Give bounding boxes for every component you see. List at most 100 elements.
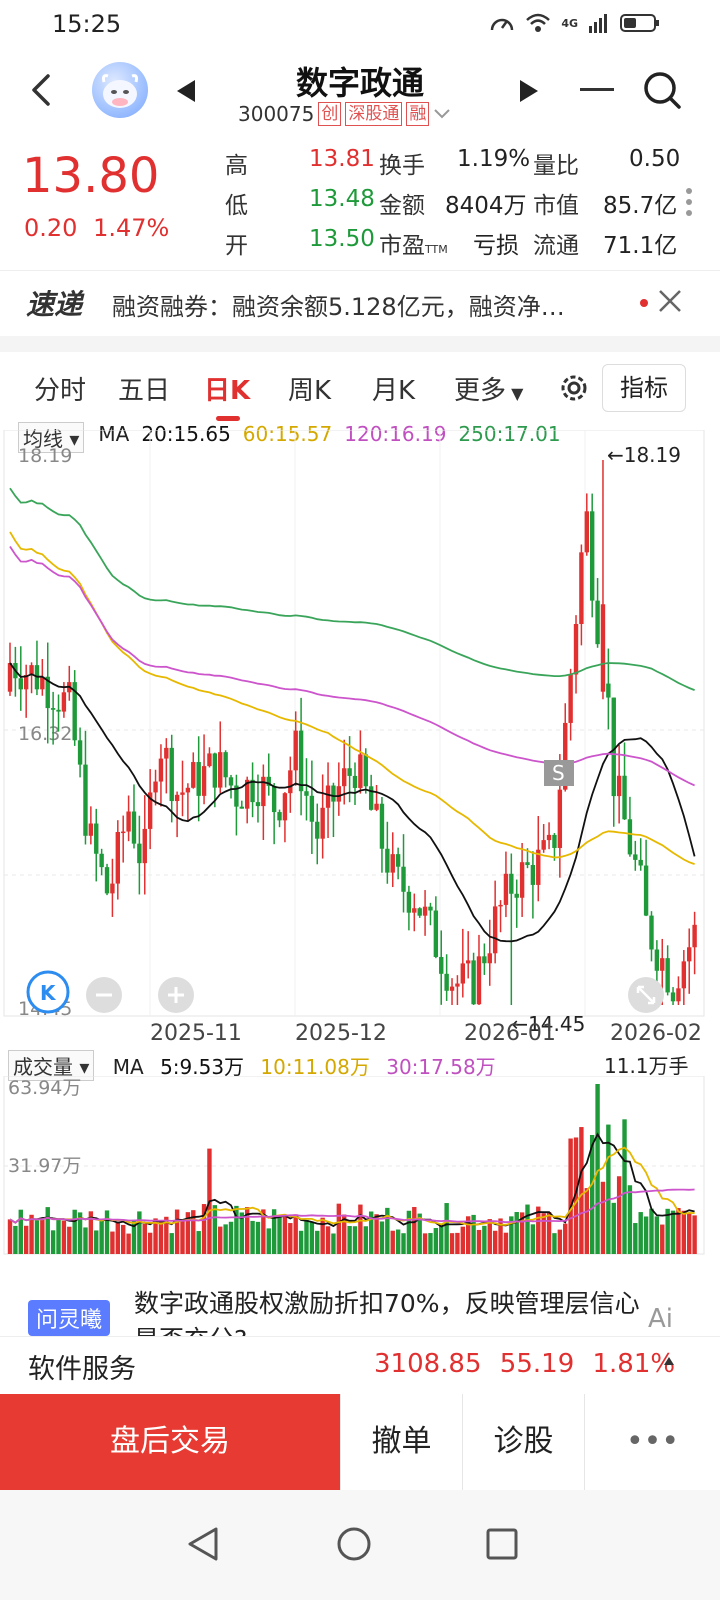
volume-bar [23,1225,29,1254]
ai-question[interactable]: 数字政通股权激励折扣70%，反映管理层信心是否充分? [134,1286,644,1336]
volume-bar [482,1225,487,1254]
candle-body [606,683,611,698]
volume-bar [180,1220,185,1254]
volume-bar [352,1226,358,1254]
candle-body [616,775,622,797]
candle-body [239,806,244,809]
date-label: 2026-01 [464,1021,556,1046]
volume-bar [390,1230,395,1254]
news-text[interactable]: 融资融券：融资余额5.128亿元，融资净… [112,287,565,322]
low-value: 13.48 [309,186,375,212]
volume-bar [395,1229,401,1254]
candle-body [261,776,266,807]
sector-index-bar[interactable]: 软件服务 3108.85 55.19 1.81% [0,1336,720,1394]
volume-bar [331,1233,336,1254]
volume-bar [406,1210,412,1254]
candle-body [519,862,525,898]
volume-bar [455,1232,460,1254]
avatar[interactable] [92,62,148,118]
candle-body [676,988,681,1002]
candle-body [406,891,412,913]
prev-stock-icon[interactable] [175,78,197,104]
after-hours-trade-button[interactable]: 盘后交易 [0,1394,340,1490]
volume-bar [379,1221,385,1254]
candle-body [460,963,466,984]
candle-body [363,754,368,787]
ai-question-bar[interactable]: 问灵曦 数字政通股权激励折扣70%，反映管理层信心是否充分? Ai [0,1270,720,1336]
candle-body [633,854,638,860]
tab-monthly-k[interactable]: 月K [372,370,415,407]
candle-body [466,960,471,964]
volume-bar [315,1230,320,1254]
tab-five-day[interactable]: 五日 [118,370,170,407]
ai-badge: 问灵曦 [28,1300,111,1336]
expand-up-icon[interactable] [664,1357,674,1365]
nav-back-icon[interactable] [186,1526,220,1562]
mcap-label: 市值 [533,193,579,219]
mcap-value: 85.7亿 [603,193,678,219]
candle-body [131,811,137,844]
back-icon[interactable] [22,70,62,110]
search-icon[interactable] [642,70,682,110]
candle-body [498,904,503,907]
volume-bar [633,1223,638,1254]
open-value: 13.50 [309,226,375,252]
volume-chart[interactable]: 63.94万 31.97万 [0,1076,720,1272]
date-label: 2025-11 [150,1021,242,1046]
candle-body [212,753,218,788]
volume-bar [649,1208,654,1254]
candle-body [557,789,563,848]
diagnose-button[interactable]: 诊股 [462,1394,584,1490]
nav-home-icon[interactable] [336,1526,372,1562]
candle-body [304,791,309,796]
kline-chart-area[interactable]: 均线 ▾ MA 20:15.65 60:15.57 120:16.19 250:… [0,420,720,1270]
candle-body [374,803,379,810]
pe-label: 市盈TTM [379,233,448,259]
volume-bar [660,1224,665,1254]
volume-bar [428,1233,433,1254]
minimize-icon[interactable] [580,88,614,91]
news-ticker[interactable]: 速递 融资融券：融资余额5.128亿元，融资净… [0,270,720,334]
volume-bar [487,1219,492,1254]
close-icon[interactable] [656,287,684,315]
volume-bar [174,1209,180,1254]
tab-intraday[interactable]: 分时 [34,370,86,407]
tab-more[interactable]: 更多 ▼ [454,370,523,407]
candlestick-chart[interactable]: 18.1916.3214.45←18.19←14.45SK2025-112025… [0,430,720,1050]
volume-bar [250,1220,255,1254]
vr-label: 量比 [533,153,579,179]
candle-body [455,983,460,987]
candle-body [638,859,643,866]
next-stock-icon[interactable] [518,78,540,104]
volume-bar [536,1206,541,1254]
more-actions-button[interactable]: ••• [584,1394,720,1490]
volume-bar [121,1224,126,1254]
vr-value: 0.50 [629,146,681,172]
candle-body [250,779,255,803]
volume-bar [61,1220,67,1254]
volume-bar [530,1224,536,1254]
open-label: 开 [225,233,248,259]
volume-bar [288,1223,293,1254]
candle-body [342,768,347,787]
tab-daily-k[interactable]: 日K [204,370,250,407]
chevron-down-icon[interactable] [433,107,451,121]
volume-bar [266,1228,271,1254]
candle-body [50,708,56,710]
gear-icon[interactable] [556,370,592,406]
news-logo: 速递 [26,288,83,321]
candle-body [525,862,530,865]
tab-weekly-k[interactable]: 周K [288,370,331,407]
nav-recents-icon[interactable] [486,1528,518,1560]
candle-body [401,866,406,892]
indicator-button[interactable]: 指标 [602,364,686,412]
more-quote-icon[interactable] [686,188,692,221]
candle-body [142,828,147,864]
volume-bar [110,1231,115,1254]
candle-body [298,730,304,792]
cancel-order-button[interactable]: 撤单 [340,1394,462,1490]
volume-bar [72,1209,77,1254]
candle-body [584,511,589,553]
ai-icon[interactable]: Ai [648,1304,673,1334]
candle-body [649,915,654,950]
